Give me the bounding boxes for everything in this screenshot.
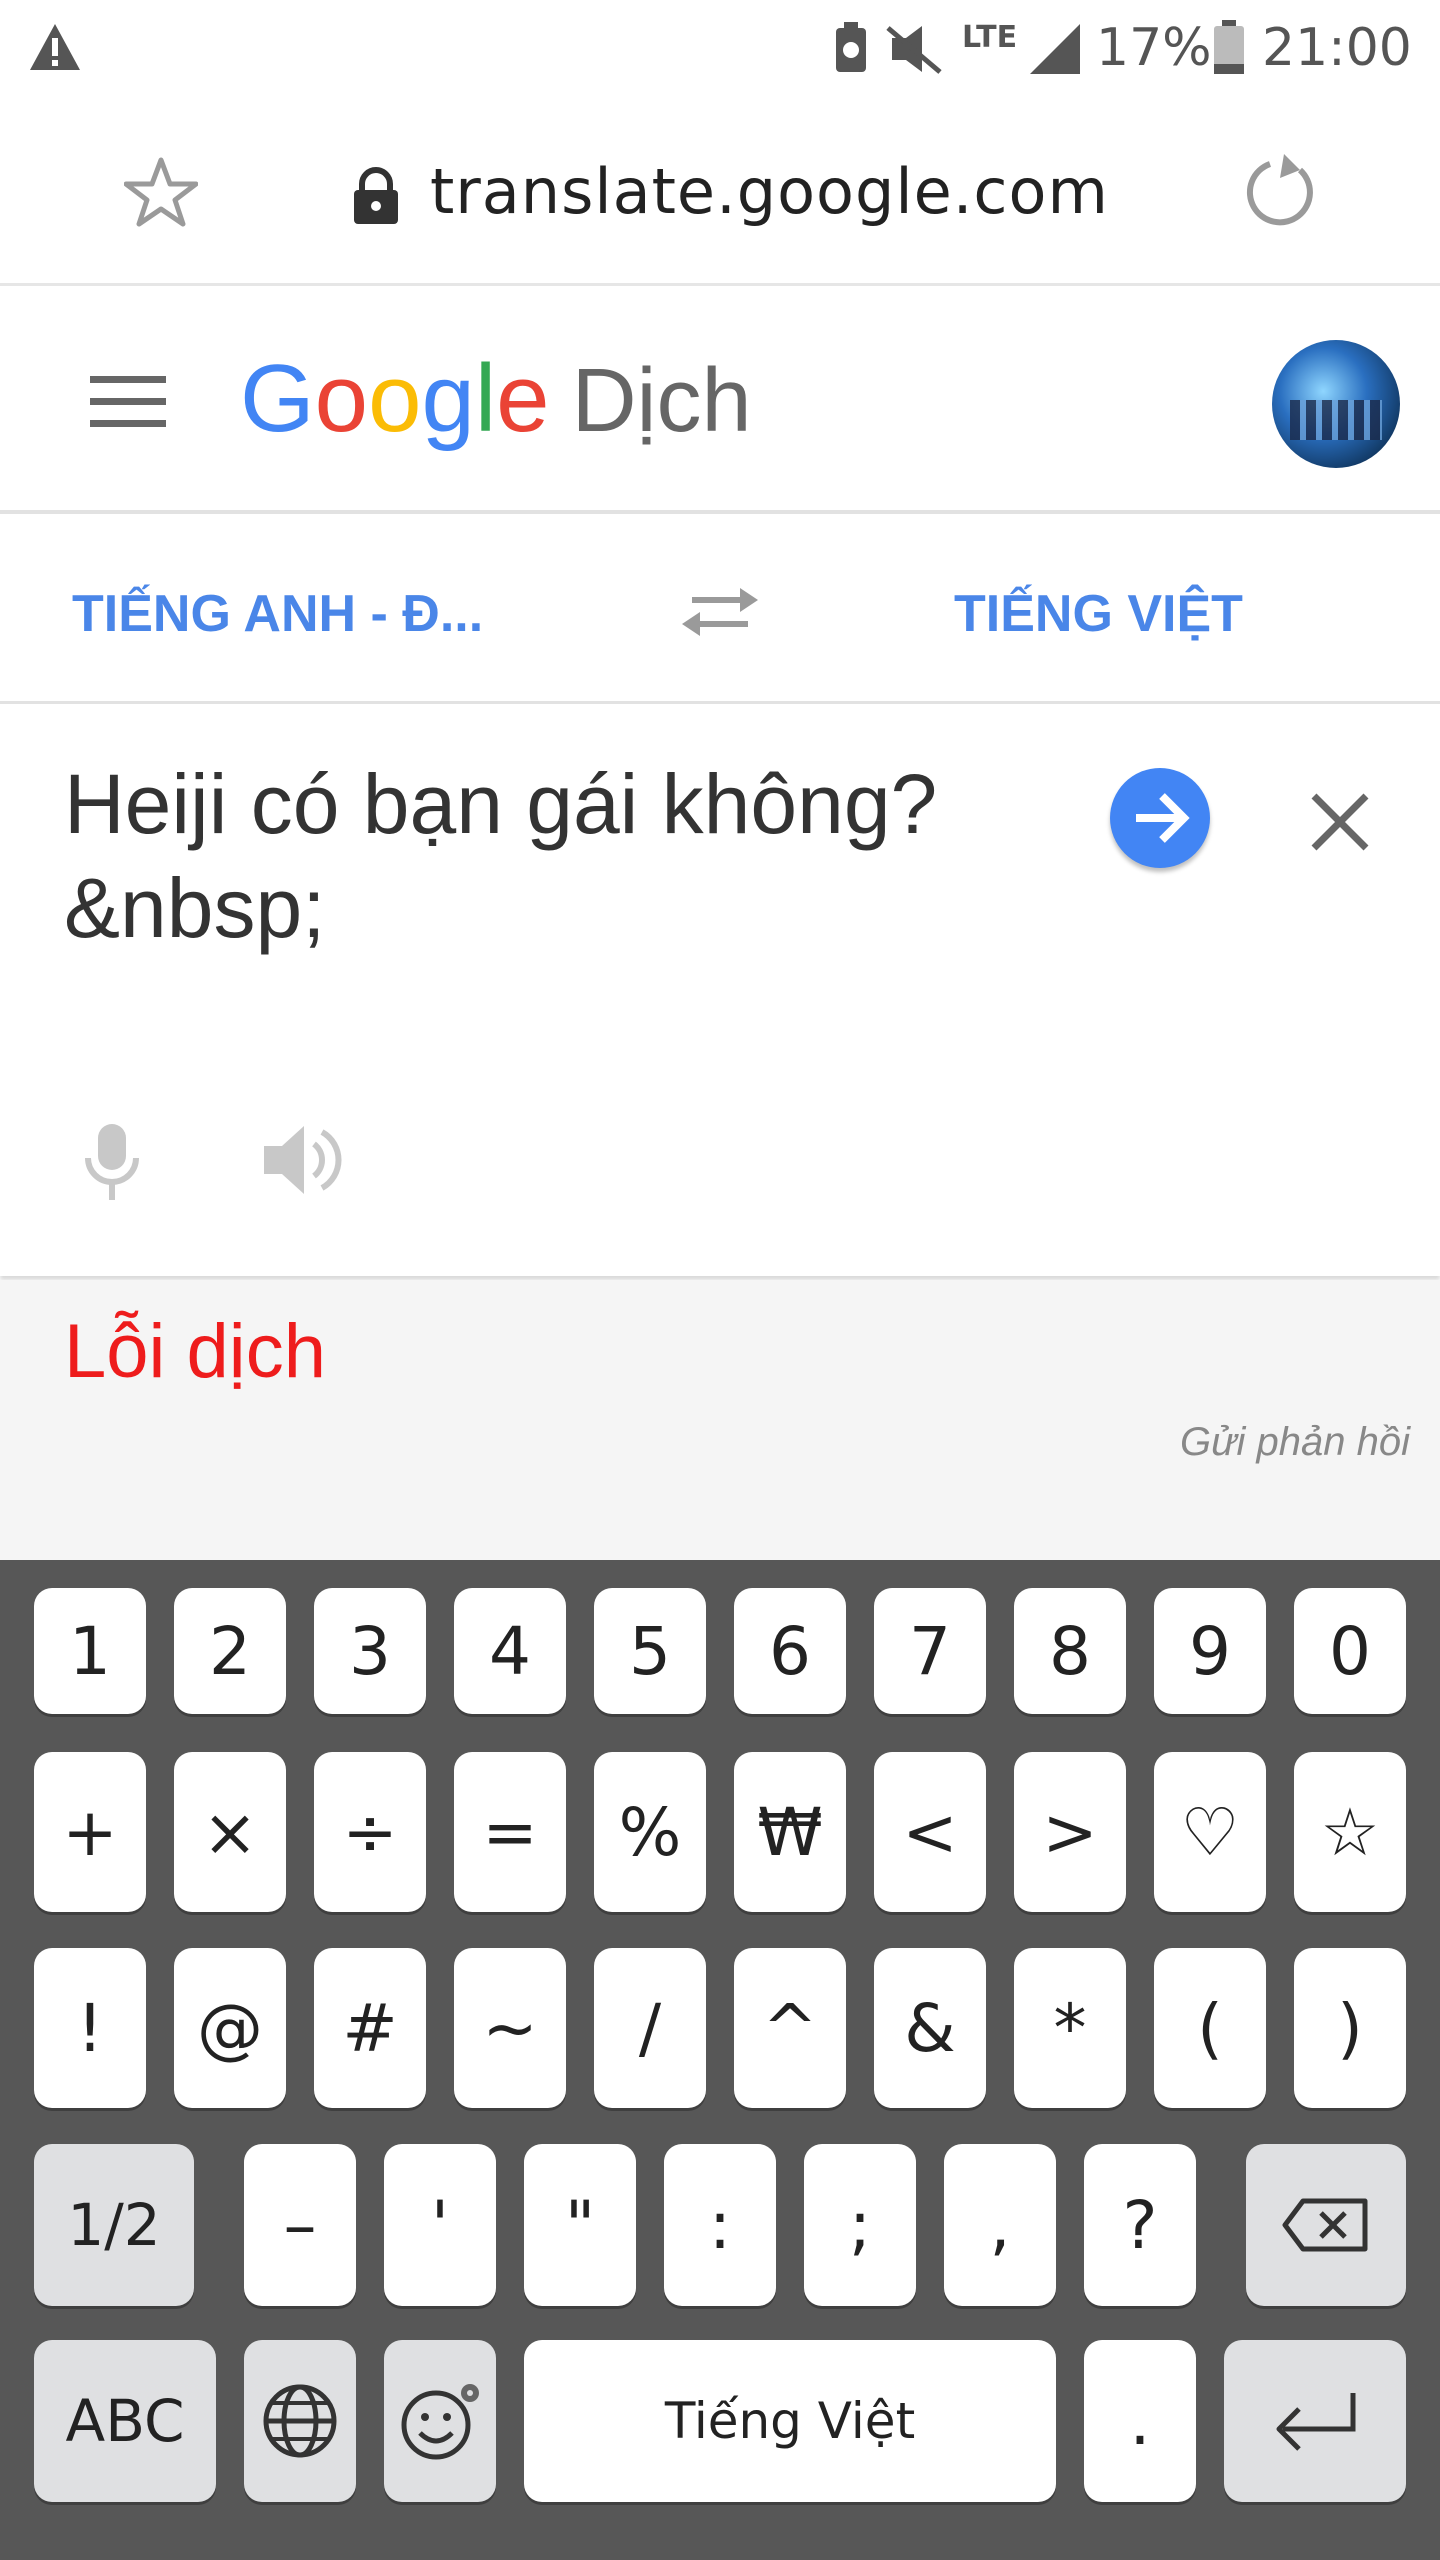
key-row4-1[interactable]: – xyxy=(244,2144,356,2306)
key-row1-3[interactable]: 4 xyxy=(454,1588,566,1714)
swap-languages-icon[interactable] xyxy=(682,584,758,640)
target-language-button[interactable]: TIẾNG VIỆT xyxy=(954,584,1243,644)
battery-icon xyxy=(1214,20,1244,74)
abc-key[interactable]: ABC xyxy=(34,2340,216,2502)
key-row4-3[interactable]: " xyxy=(524,2144,636,2306)
source-text-input[interactable]: Heiji có bạn gái không? &nbsp; xyxy=(64,752,1024,960)
lock-icon xyxy=(354,167,398,224)
key-row2-8[interactable]: ♡ xyxy=(1154,1752,1266,1912)
key-row3-4[interactable]: / xyxy=(594,1948,706,2108)
key-row4-5[interactable]: ; xyxy=(804,2144,916,2306)
key-row1-4[interactable]: 5 xyxy=(594,1588,706,1714)
avatar[interactable] xyxy=(1272,340,1400,468)
key-row1-9[interactable]: 0 xyxy=(1294,1588,1406,1714)
backspace-key[interactable] xyxy=(1246,2144,1406,2306)
key-row1-0[interactable]: 1 xyxy=(34,1588,146,1714)
key-row2-7[interactable]: > xyxy=(1014,1752,1126,1912)
key-row4-7[interactable]: ? xyxy=(1084,2144,1196,2306)
reload-icon[interactable] xyxy=(1240,152,1320,232)
speaker-icon[interactable] xyxy=(262,1122,346,1198)
key-row3-6[interactable]: & xyxy=(874,1948,986,2108)
google-logo: Google Dịch xyxy=(240,345,752,452)
key-row2-5[interactable]: ₩ xyxy=(734,1752,846,1912)
battery-saver-icon xyxy=(836,22,866,72)
battery-percent: 17% xyxy=(1096,18,1212,78)
status-bar: LTE 17% 21:00 xyxy=(0,0,1440,100)
period-key[interactable]: . xyxy=(1084,2340,1196,2502)
app-name: Dịch xyxy=(571,351,752,451)
key-row3-5[interactable]: ^ xyxy=(734,1948,846,2108)
clock: 21:00 xyxy=(1262,18,1412,78)
key-row2-4[interactable]: % xyxy=(594,1752,706,1912)
space-key[interactable]: Tiếng Việt xyxy=(524,2340,1056,2502)
key-row4-2[interactable]: ' xyxy=(384,2144,496,2306)
key-row2-9[interactable]: ☆ xyxy=(1294,1752,1406,1912)
microphone-icon[interactable] xyxy=(80,1122,144,1202)
key-row3-8[interactable]: ( xyxy=(1154,1948,1266,2108)
key-row4-4[interactable]: : xyxy=(664,2144,776,2306)
key-fraction-toggle[interactable]: 1/2 xyxy=(34,2144,194,2306)
key-row1-8[interactable]: 9 xyxy=(1154,1588,1266,1714)
backspace-icon xyxy=(1282,2198,1368,2252)
mute-vibrate-icon xyxy=(886,26,942,74)
key-row3-2[interactable]: # xyxy=(314,1948,426,2108)
enter-key[interactable] xyxy=(1224,2340,1406,2502)
key-row3-1[interactable]: @ xyxy=(174,1948,286,2108)
clear-text-icon[interactable] xyxy=(1308,790,1372,854)
key-row3-0[interactable]: ! xyxy=(34,1948,146,2108)
key-row1-6[interactable]: 7 xyxy=(874,1588,986,1714)
translate-go-button[interactable] xyxy=(1110,768,1210,868)
language-globe-key[interactable] xyxy=(244,2340,356,2502)
network-type: LTE xyxy=(962,20,1018,55)
warning-triangle-icon xyxy=(30,24,80,70)
key-row1-1[interactable]: 2 xyxy=(174,1588,286,1714)
key-row3-9[interactable]: ) xyxy=(1294,1948,1406,2108)
url-text[interactable]: translate.google.com xyxy=(430,155,1109,228)
key-row2-2[interactable]: ÷ xyxy=(314,1752,426,1912)
enter-icon xyxy=(1276,2393,1356,2451)
key-row3-3[interactable]: ~ xyxy=(454,1948,566,2108)
globe-icon xyxy=(263,2384,337,2458)
key-row1-7[interactable]: 8 xyxy=(1014,1588,1126,1714)
key-row2-3[interactable]: = xyxy=(454,1752,566,1912)
key-row3-7[interactable]: * xyxy=(1014,1948,1126,2108)
source-language-button[interactable]: TIẾNG ANH - Đ... xyxy=(72,584,483,644)
menu-icon[interactable] xyxy=(90,376,166,428)
key-row1-5[interactable]: 6 xyxy=(734,1588,846,1714)
arrow-right-icon xyxy=(1136,793,1190,843)
key-row2-1[interactable]: × xyxy=(174,1752,286,1912)
emoji-key[interactable] xyxy=(384,2340,496,2502)
key-row4-6[interactable]: , xyxy=(944,2144,1056,2306)
emoji-icon xyxy=(401,2384,479,2460)
key-row1-2[interactable]: 3 xyxy=(314,1588,426,1714)
key-row2-0[interactable]: + xyxy=(34,1752,146,1912)
signal-icon xyxy=(1030,24,1080,74)
translation-error-text: Lỗi dịch xyxy=(64,1309,326,1394)
key-row2-6[interactable]: < xyxy=(874,1752,986,1912)
star-bookmark-icon[interactable] xyxy=(124,156,198,228)
send-feedback-link[interactable]: Gửi phản hồi xyxy=(1180,1420,1410,1465)
